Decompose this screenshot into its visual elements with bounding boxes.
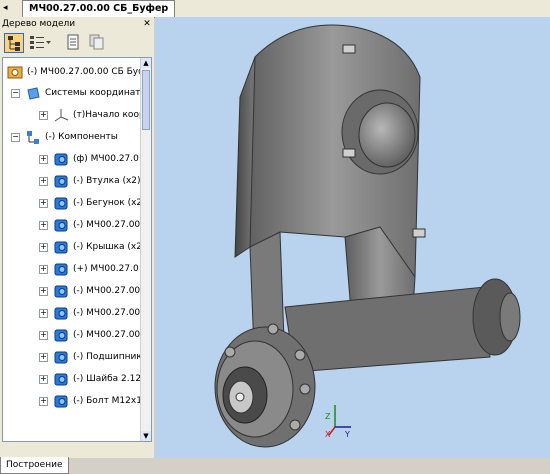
- tree-item-component[interactable]: + (-) Болт М12x1: [5, 390, 141, 412]
- component-part-icon: [54, 175, 68, 188]
- tree-item-label: (т)Начало коор: [73, 110, 141, 120]
- component-part-icon: [54, 395, 68, 408]
- tree-item-component[interactable]: + (-) МЧ00.27.00: [5, 302, 141, 324]
- tree-item-component[interactable]: + (-) Шайба 2.12: [5, 368, 141, 390]
- close-icon[interactable]: ✕: [142, 19, 152, 29]
- model-tree: (-) МЧ00.27.00.00 СБ Буфер − Системы коо…: [2, 57, 152, 442]
- tree-item-components[interactable]: − (-) Компоненты: [5, 126, 141, 148]
- tree-item-label: (-) МЧ00.27.00: [73, 286, 141, 296]
- document-tab-bar: ◂ МЧ00.27.00.00 СБ_Буфер: [0, 0, 550, 18]
- component-part-icon: [54, 373, 68, 386]
- assembly-icon: [7, 66, 23, 79]
- tree-item-component[interactable]: + (-) Бегунок (x2: [5, 192, 141, 214]
- tab-construction[interactable]: Построение: [0, 457, 69, 474]
- component-part-icon: [54, 307, 68, 320]
- document-icon: [67, 34, 79, 50]
- tree-item-label: (-) Крышка (x2: [73, 242, 141, 252]
- components-icon: [27, 131, 39, 144]
- tree-item-component[interactable]: + (-) МЧ00.27.00: [5, 324, 141, 346]
- expand-icon[interactable]: +: [39, 353, 48, 362]
- tree-root[interactable]: (-) МЧ00.27.00.00 СБ Буфер: [5, 61, 141, 83]
- expand-icon[interactable]: +: [39, 221, 48, 230]
- model-tree-panel: Дерево модели ✕ (-) МЧ00.27.00.00 СБ Бу …: [0, 17, 154, 474]
- tree-structure-button[interactable]: [4, 33, 24, 53]
- coordinate-system-icon: [27, 87, 40, 100]
- copy-document-button[interactable]: [88, 33, 108, 53]
- expand-icon[interactable]: +: [39, 287, 48, 296]
- axis-triad-icon: Z X Y: [325, 405, 351, 439]
- copy-document-icon: [89, 34, 104, 50]
- tree-item-component[interactable]: + (ф) МЧ00.27.0: [5, 148, 141, 170]
- tree-item-component[interactable]: + (-) МЧ00.27.00: [5, 280, 141, 302]
- axis-indicator: Z X Y: [325, 399, 355, 439]
- expand-icon[interactable]: +: [39, 265, 48, 274]
- expand-icon[interactable]: +: [39, 243, 48, 252]
- tree-item-origin[interactable]: + (т)Начало коор: [5, 104, 141, 126]
- component-part-icon: [54, 263, 68, 276]
- component-part-icon: [54, 219, 68, 232]
- tree-item-label: (ф) МЧ00.27.0: [73, 154, 139, 164]
- axis-z-label: Z: [325, 412, 331, 421]
- tree-item-label: (-) Подшипник: [73, 352, 141, 362]
- document-button[interactable]: [64, 33, 84, 53]
- collapse-icon[interactable]: −: [11, 89, 20, 98]
- scroll-up-icon[interactable]: ▲: [141, 58, 151, 68]
- component-part-icon: [54, 197, 68, 210]
- tree-toolbar: [2, 31, 152, 55]
- tree-scrollbar[interactable]: ▲ ▼: [140, 58, 151, 441]
- tree-item-label: (-) МЧ00.27.00: [73, 330, 141, 340]
- expand-icon[interactable]: +: [39, 309, 48, 318]
- origin-axes-icon: [54, 109, 69, 122]
- tree-item-label: (-) Бегунок (x2: [73, 198, 141, 208]
- tree-item-label: (-) МЧ00.27.00: [73, 308, 141, 318]
- tree-item-coord-systems[interactable]: − Системы координат: [5, 82, 141, 104]
- axis-x-label: X: [325, 430, 331, 439]
- component-part-icon: [54, 285, 68, 298]
- axis-y-label: Y: [344, 430, 350, 439]
- tree-item-component[interactable]: + (-) Подшипник: [5, 346, 141, 368]
- tree-item-label: Системы координат: [45, 88, 141, 98]
- panel-title: Дерево модели: [2, 19, 76, 29]
- scroll-down-icon[interactable]: ▼: [141, 431, 151, 441]
- component-part-icon: [54, 329, 68, 342]
- tree-item-component[interactable]: + (-) Втулка (x2): [5, 170, 141, 192]
- expand-icon[interactable]: +: [39, 397, 48, 406]
- tree-item-label: (-) Болт М12x1: [73, 396, 141, 406]
- collapse-icon[interactable]: −: [11, 133, 20, 142]
- buffer-assembly-model: [214, 24, 521, 448]
- expand-icon[interactable]: +: [39, 155, 48, 164]
- tree-item-component[interactable]: + (-) МЧ00.27.00: [5, 214, 141, 236]
- tree-root-label: (-) МЧ00.27.00.00 СБ Буфер: [27, 67, 141, 77]
- 3d-viewport[interactable]: Z X Y: [155, 17, 550, 458]
- expand-icon[interactable]: +: [39, 199, 48, 208]
- scroll-thumb[interactable]: [142, 70, 150, 130]
- tree-item-component[interactable]: + (-) Крышка (x2: [5, 236, 141, 258]
- component-part-icon: [54, 153, 68, 166]
- tree-item-label: (-) МЧ00.27.00: [73, 220, 141, 230]
- expand-icon[interactable]: +: [39, 375, 48, 384]
- tree-item-label: (+) МЧ00.27.0: [73, 264, 139, 274]
- tree-list-icon: [30, 36, 51, 49]
- expand-icon[interactable]: +: [39, 331, 48, 340]
- tree-list-button[interactable]: [28, 33, 51, 53]
- tree-item-label: (-) Втулка (x2): [73, 176, 141, 186]
- expand-icon[interactable]: +: [39, 111, 48, 120]
- tree-item-label: (-) Компоненты: [45, 132, 118, 142]
- component-part-icon: [54, 241, 68, 254]
- tab-scroll-left-icon[interactable]: ◂: [3, 3, 13, 13]
- expand-icon[interactable]: +: [39, 177, 48, 186]
- tree-item-component[interactable]: + (+) МЧ00.27.0: [5, 258, 141, 280]
- document-tab[interactable]: МЧ00.27.00.00 СБ_Буфер: [22, 0, 176, 17]
- tree-item-label: (-) Шайба 2.12: [73, 374, 141, 384]
- component-part-icon: [54, 351, 68, 364]
- tree-structure-icon: [8, 36, 20, 51]
